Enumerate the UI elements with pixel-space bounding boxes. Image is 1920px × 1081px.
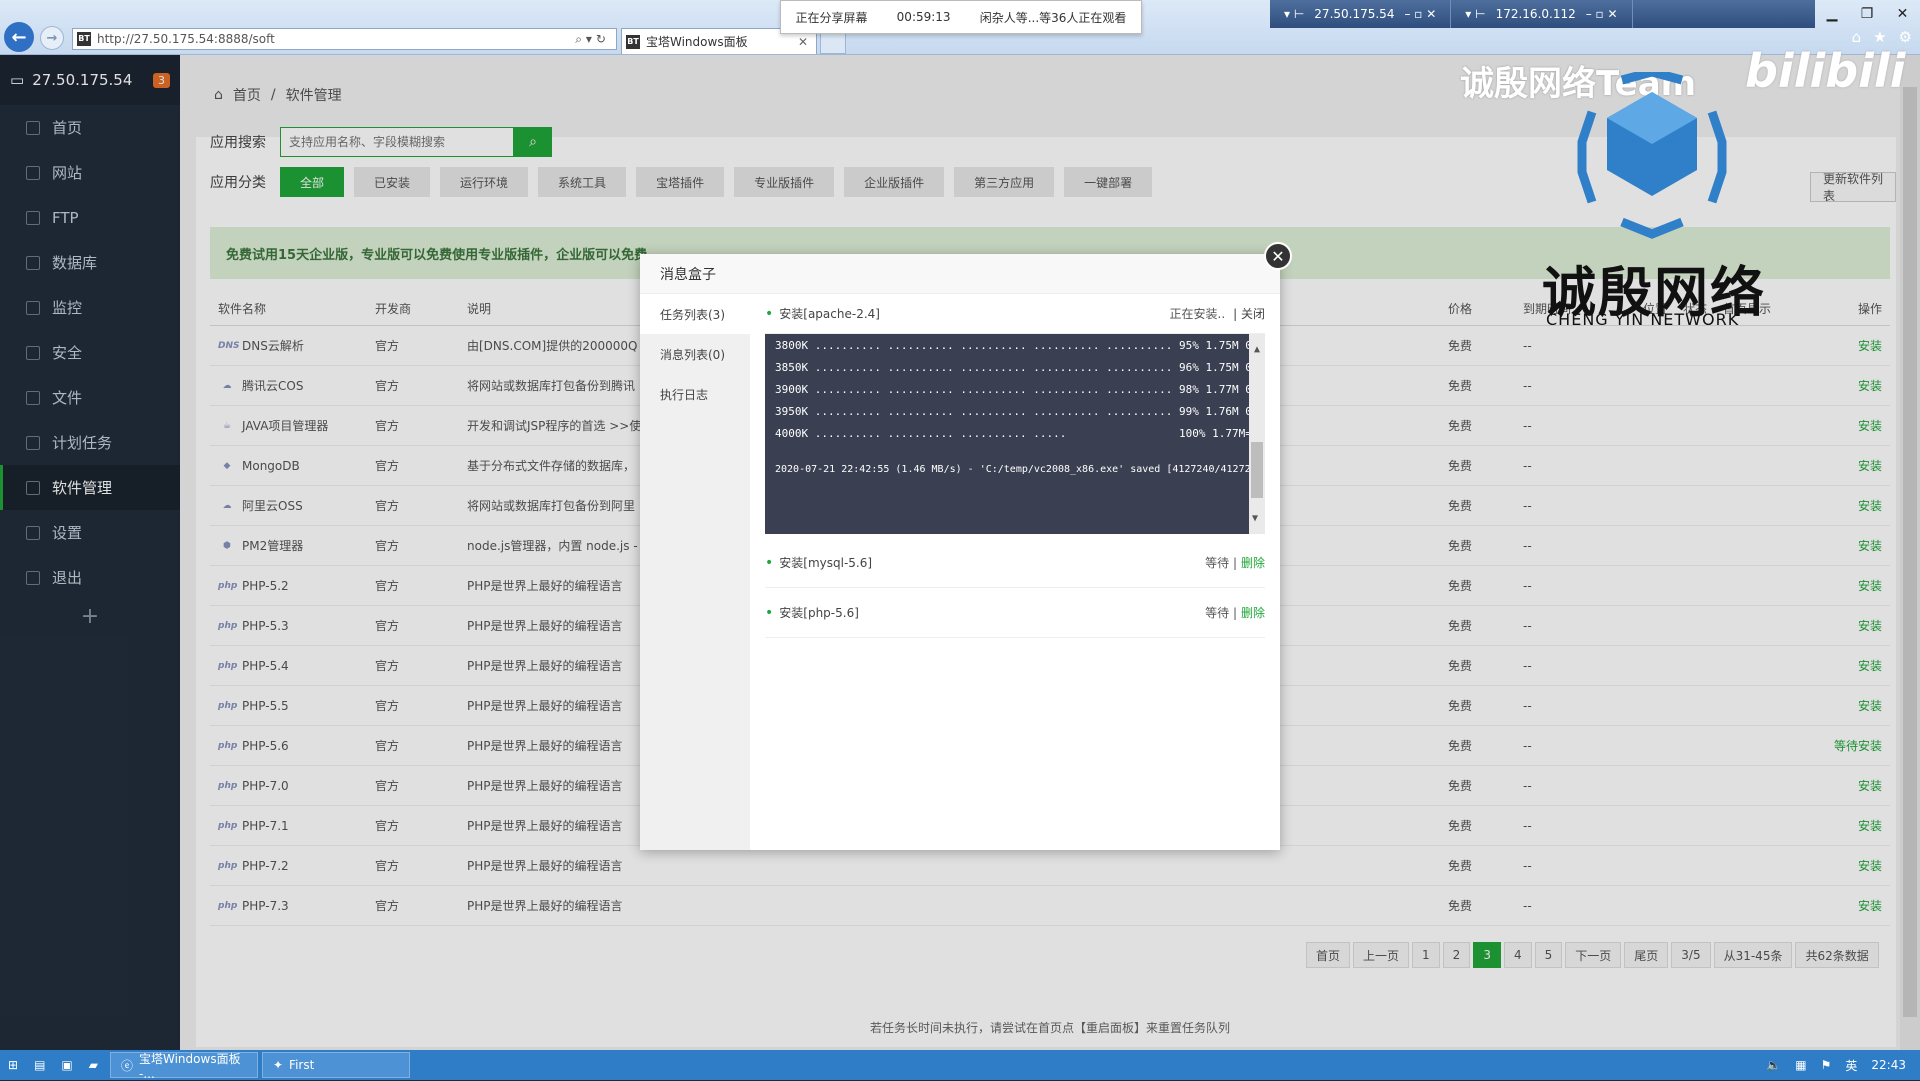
app-icon: ✦	[272, 1058, 284, 1072]
start-button[interactable]: ⊞	[0, 1053, 26, 1077]
taskbar-app-label: First	[289, 1058, 315, 1072]
powershell-button[interactable]: ▣	[53, 1053, 80, 1077]
volume-icon[interactable]: 🔈	[1766, 1058, 1781, 1072]
share-timer: 00:59:13	[896, 10, 951, 24]
tab-message-list[interactable]: 消息列表(0)	[640, 334, 750, 374]
pin-icon[interactable]: ▾ ⊢	[1284, 7, 1304, 21]
rdp-connection-bar: ▾ ⊢ 27.50.175.54 – ▫ ✕ ▾ ⊢ 172.16.0.112 …	[1270, 0, 1815, 28]
task-delete-link[interactable]: 删除	[1241, 554, 1265, 571]
network-icon[interactable]: ▦	[1795, 1058, 1806, 1072]
task-item-mysql: • 安装[mysql-5.6] 等待 | 删除	[765, 538, 1265, 588]
status-dot-icon: •	[765, 554, 774, 571]
taskbar-app-label: 宝塔Windows面板 -...	[139, 1051, 241, 1081]
share-viewers: 闲杂人等...等36人正在观看	[979, 10, 1127, 25]
site-favicon-icon: BT	[77, 32, 91, 46]
rdp-session-1-controls-icon[interactable]: – ▫ ✕	[1404, 7, 1436, 21]
dialog-close-button[interactable]: ✕	[1264, 242, 1292, 270]
pin-icon[interactable]: ▾ ⊢	[1465, 7, 1485, 21]
channel-watermark: 诚殷网络Team bilibili 诚殷网络 CHENG YIN NETWORK	[1460, 44, 1905, 332]
task-status: 正在安装..	[1169, 307, 1226, 321]
clock[interactable]: 22:43	[1871, 1058, 1906, 1072]
screen-share-bar: 正在分享屏幕 00:59:13 闲杂人等...等36人正在观看	[780, 0, 1142, 34]
log-scrollbar[interactable]: ▲ ▼	[1249, 334, 1265, 534]
task-name: 安装[php-5.6]	[779, 606, 859, 620]
install-log: 3800K .......... .......... .......... .…	[765, 334, 1279, 534]
address-bar[interactable]: BT http://27.50.175.54:8888/soft ⌕▾↻	[72, 28, 617, 50]
rdp-session-1[interactable]: ▾ ⊢ 27.50.175.54 – ▫ ✕	[1270, 0, 1452, 28]
message-box-dialog: 消息盒子 ✕ 任务列表(3) 消息列表(0) 执行日志 • 安装[apache-…	[640, 242, 1292, 850]
explorer-button[interactable]: ▰	[81, 1053, 106, 1077]
share-status: 正在分享屏幕	[795, 10, 868, 25]
log-scrollbar-thumb[interactable]	[1251, 442, 1263, 498]
tab-title: 宝塔Windows面板	[646, 35, 748, 49]
task-name: 安装[apache-2.4]	[779, 307, 880, 321]
log-line: 2020-07-21 22:42:55 (1.46 MB/s) - 'C:/te…	[775, 463, 1269, 475]
ime-icon[interactable]: 英	[1845, 1057, 1857, 1074]
close-icon: ✕	[1271, 246, 1285, 266]
log-spacer	[765, 444, 1265, 458]
folder-icon: ▰	[88, 1058, 98, 1072]
tab-favicon-icon: BT	[626, 34, 640, 49]
log-line: 4000K .......... .......... .......... .…	[775, 426, 1279, 440]
taskbar-app-ie[interactable]: ⓔ 宝塔Windows面板 -...	[109, 1051, 258, 1081]
bilibili-logo: bilibili	[1745, 44, 1906, 98]
windows-taskbar: ⊞ ▤ ▣ ▰ ⓔ 宝塔Windows面板 -... ✦ First 🔈 ▦ ⚑ 英…	[0, 1050, 1920, 1081]
server-manager-button[interactable]: ▤	[26, 1053, 53, 1077]
back-button[interactable]: ←	[4, 22, 34, 52]
tab-task-list[interactable]: 任务列表(3)	[640, 294, 750, 334]
task-status: 等待 |	[1205, 556, 1237, 570]
url-text: http://27.50.175.54:8888/soft	[97, 32, 275, 46]
watermark-en-text: CHENG YIN NETWORK	[1546, 310, 1740, 329]
status-dot-icon: •	[765, 604, 774, 621]
rdp-session-2-controls-icon[interactable]: – ▫ ✕	[1586, 7, 1618, 21]
dialog-body: • 安装[apache-2.4] 正在安装.. | 关闭 3800K .....…	[765, 294, 1279, 834]
taskbar-app-first[interactable]: ✦ First	[261, 1052, 410, 1078]
task-delete-link[interactable]: 删除	[1241, 604, 1265, 621]
scroll-down-icon[interactable]: ▼	[1252, 513, 1258, 524]
log-line: 3850K .......... .......... .......... .…	[775, 360, 1259, 374]
restore-icon[interactable]: ❐	[1861, 6, 1874, 22]
task-name: 安装[mysql-5.6]	[779, 556, 873, 570]
status-dot-icon: •	[765, 305, 774, 322]
tab-close-icon[interactable]: ✕	[798, 35, 808, 49]
system-tray: 🔈 ▦ ⚑ 英 22:43	[1766, 1057, 1920, 1074]
dialog-title: 消息盒子	[640, 254, 1280, 294]
tab-exec-log[interactable]: 执行日志	[640, 374, 750, 414]
hexagon-logo-icon	[1577, 72, 1727, 239]
task-close-link[interactable]: | 关闭	[1233, 305, 1265, 322]
rdp-session-2[interactable]: ▾ ⊢ 172.16.0.112 – ▫ ✕	[1451, 0, 1633, 28]
forward-button[interactable]: →	[40, 26, 64, 50]
rdp-session-1-ip: 27.50.175.54	[1314, 7, 1395, 21]
dialog-tabs: 任务列表(3) 消息列表(0) 执行日志	[640, 294, 750, 850]
address-tools-icon[interactable]: ⌕▾↻	[575, 32, 616, 47]
server-manager-icon: ▤	[34, 1058, 46, 1072]
ie-icon: ⓔ	[120, 1058, 133, 1073]
task-status: 等待 |	[1205, 606, 1237, 620]
close-icon[interactable]: ✕	[1897, 6, 1909, 22]
powershell-icon: ▣	[61, 1058, 73, 1072]
log-line: 3800K .......... .......... .......... .…	[775, 338, 1259, 352]
windows-logo-icon: ⊞	[8, 1058, 19, 1072]
rdp-session-2-ip: 172.16.0.112	[1495, 7, 1576, 21]
task-item-php: • 安装[php-5.6] 等待 | 删除	[765, 588, 1265, 638]
minimize-icon[interactable]: ▁	[1827, 6, 1838, 22]
window-controls: ▁ ❐ ✕	[1815, 0, 1920, 28]
scroll-up-icon[interactable]: ▲	[1249, 344, 1265, 355]
log-line: 3900K .......... .......... .......... .…	[775, 382, 1259, 396]
flag-icon[interactable]: ⚑	[1821, 1058, 1832, 1072]
task-item-apache: • 安装[apache-2.4] 正在安装.. | 关闭	[765, 294, 1265, 334]
log-line: 3950K .......... .......... .......... .…	[775, 404, 1259, 418]
